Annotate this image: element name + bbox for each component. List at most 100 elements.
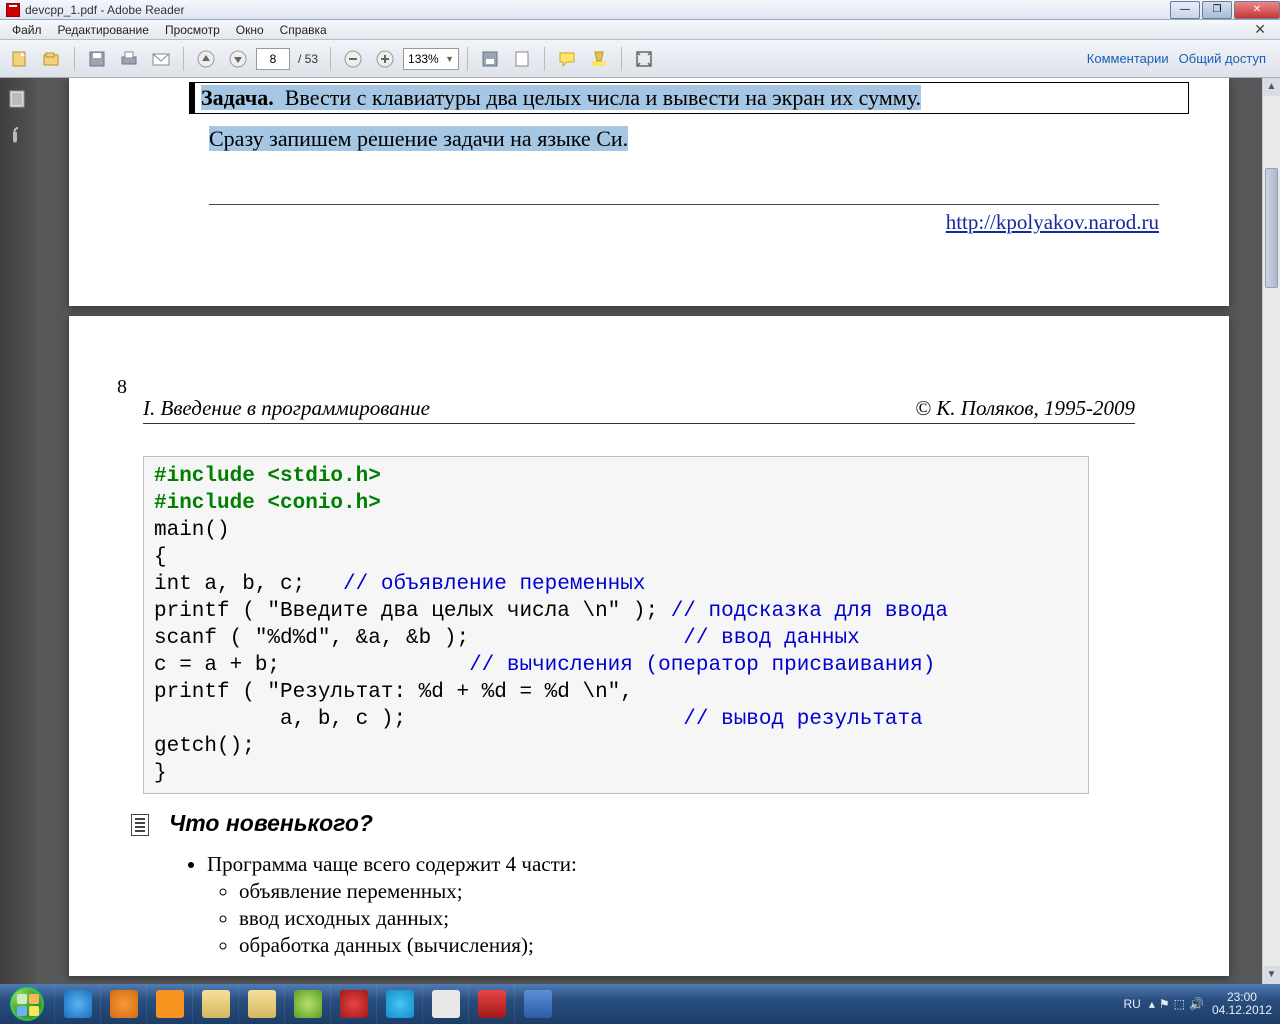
close-doc-button[interactable]: ✕ — [1246, 19, 1274, 40]
page-total: / 53 — [294, 52, 322, 66]
code-scanf: scanf ( "%d%d", &a, &b ); — [154, 627, 683, 650]
code-printf2-comment: // вывод результата — [683, 708, 922, 731]
taskbar-explorer1[interactable] — [192, 985, 238, 1023]
tool-save2-icon[interactable] — [476, 45, 504, 73]
print-icon[interactable] — [115, 45, 143, 73]
toolbar: / 53 133% ▼ Комментарии Общий доступ — [0, 40, 1280, 78]
separator — [467, 47, 468, 71]
page-up-icon[interactable] — [192, 45, 220, 73]
comment-icon[interactable] — [553, 45, 581, 73]
taskbar-ok[interactable] — [146, 985, 192, 1023]
tray-volume-icon[interactable]: 🔊 — [1189, 997, 1204, 1011]
taskbar-opera[interactable] — [330, 985, 376, 1023]
code-getch: getch(); — [154, 735, 255, 758]
share-link[interactable]: Общий доступ — [1179, 51, 1266, 66]
document-area[interactable]: Задача. Ввести с клавиатуры два целых чи… — [36, 78, 1262, 984]
code-decl-comment: // объявление переменных — [343, 573, 645, 596]
tray-flag-icon[interactable]: ⚑ — [1159, 997, 1170, 1011]
tray-icons[interactable]: ▴ ⚑ ⬚ 🔊 — [1149, 997, 1204, 1011]
task-box: Задача. Ввести с клавиатуры два целых чи… — [189, 82, 1189, 114]
minimize-button[interactable]: — — [1170, 1, 1200, 19]
code-printf1-comment: // подсказка для ввода — [671, 600, 948, 623]
page-down-icon[interactable] — [224, 45, 252, 73]
zoom-in-icon[interactable] — [371, 45, 399, 73]
highlight-icon[interactable] — [585, 45, 613, 73]
taskbar: RU ▴ ⚑ ⬚ 🔊 23:00 04.12.2012 — [0, 984, 1280, 1024]
chapter-header: I. Введение в программирование © К. Поля… — [143, 396, 1135, 424]
vertical-scrollbar[interactable]: ▲ ▼ — [1262, 78, 1280, 984]
thumbnails-icon[interactable] — [7, 88, 29, 110]
menu-help[interactable]: Справка — [272, 21, 335, 39]
page-number: 8 — [117, 376, 127, 399]
close-button[interactable]: ✕ — [1234, 1, 1280, 19]
bullet-main: Программа чаще всего содержит 4 части: — [207, 852, 577, 876]
menu-file[interactable]: Файл — [4, 21, 50, 39]
taskbar-app-green[interactable] — [284, 985, 330, 1023]
page-number-input[interactable] — [256, 48, 290, 70]
clock-date: 04.12.2012 — [1212, 1004, 1272, 1017]
code-printf2a: printf ( "Результат: %d + %d = %d \n", — [154, 681, 633, 704]
taskbar-explorer2[interactable] — [238, 985, 284, 1023]
windows-orb-icon — [10, 987, 44, 1021]
bullet-sub1: объявление переменных; — [239, 879, 577, 904]
tray-chevron-icon[interactable]: ▴ — [1149, 997, 1155, 1011]
system-tray: RU ▴ ⚑ ⬚ 🔊 23:00 04.12.2012 — [1124, 991, 1280, 1017]
export-pdf-icon[interactable] — [6, 45, 34, 73]
attachments-icon[interactable] — [7, 124, 29, 146]
zoom-value: 133% — [408, 52, 439, 66]
bullet-list: Программа чаще всего содержит 4 части: о… — [179, 852, 577, 960]
comments-link[interactable]: Комментарии — [1087, 51, 1169, 66]
taskbar-word[interactable] — [514, 985, 560, 1023]
scroll-down-arrow[interactable]: ▼ — [1263, 966, 1280, 984]
code-include1: #include <stdio.h> — [154, 465, 381, 488]
fullscreen-icon[interactable] — [630, 45, 658, 73]
code-decl: int a, b, c; — [154, 573, 343, 596]
scroll-thumb[interactable] — [1265, 168, 1278, 288]
horizontal-rule — [209, 204, 1159, 205]
followup-text: Сразу запишем решение задачи на языке Си… — [209, 126, 628, 152]
menu-window[interactable]: Окно — [228, 21, 272, 39]
code-calc-comment: // вычисления (оператор присваивания) — [469, 654, 935, 677]
taskbar-wmp[interactable] — [100, 985, 146, 1023]
language-indicator[interactable]: RU — [1124, 997, 1141, 1011]
maximize-button[interactable]: ❐ — [1202, 1, 1232, 19]
followup-span: Сразу запишем решение задачи на языке Си… — [209, 126, 628, 151]
taskbar-ie[interactable] — [54, 985, 100, 1023]
separator — [183, 47, 184, 71]
zoom-level[interactable]: 133% ▼ — [403, 48, 459, 70]
code-calc: c = a + b; — [154, 654, 469, 677]
code-include2: #include <conio.h> — [154, 492, 381, 515]
start-button[interactable] — [0, 984, 54, 1024]
separator — [74, 47, 75, 71]
pdf-page-bottom: 8 I. Введение в программирование © К. По… — [69, 316, 1229, 976]
task-label: Задача. — [201, 85, 274, 110]
pdf-page-top: Задача. Ввести с клавиатуры два целых чи… — [69, 78, 1229, 306]
email-icon[interactable] — [147, 45, 175, 73]
tray-network-icon[interactable]: ⬚ — [1174, 997, 1185, 1011]
open-icon[interactable] — [38, 45, 66, 73]
code-brace-open: { — [154, 546, 167, 569]
code-main: main() — [154, 519, 230, 542]
clock[interactable]: 23:00 04.12.2012 — [1212, 991, 1272, 1017]
titlebar: devcpp_1.pdf - Adobe Reader — ❐ ✕ — [0, 0, 1280, 20]
scroll-up-arrow[interactable]: ▲ — [1263, 78, 1280, 96]
code-listing: #include <stdio.h> #include <conio.h> ma… — [143, 456, 1089, 794]
chevron-down-icon: ▼ — [445, 54, 454, 64]
taskbar-adobe-reader[interactable] — [468, 985, 514, 1023]
window-controls: — ❐ ✕ — [1168, 1, 1280, 19]
window-title: devcpp_1.pdf - Adobe Reader — [25, 3, 184, 17]
taskbar-skype[interactable] — [376, 985, 422, 1023]
bullet-sub2: ввод исходных данных; — [239, 906, 577, 931]
tool-page-icon[interactable] — [508, 45, 536, 73]
whatsnew-icon — [131, 814, 149, 836]
side-panel — [0, 78, 36, 984]
bullet-sub3: обработка данных (вычисления); — [239, 933, 577, 958]
pdf-icon — [6, 3, 20, 17]
taskbar-generic[interactable] — [422, 985, 468, 1023]
menu-edit[interactable]: Редактирование — [50, 21, 157, 39]
save-icon[interactable] — [83, 45, 111, 73]
whatsnew-heading: Что новенького? — [169, 810, 373, 837]
menu-view[interactable]: Просмотр — [157, 21, 228, 39]
zoom-out-icon[interactable] — [339, 45, 367, 73]
source-url[interactable]: http://kpolyakov.narod.ru — [946, 210, 1159, 235]
